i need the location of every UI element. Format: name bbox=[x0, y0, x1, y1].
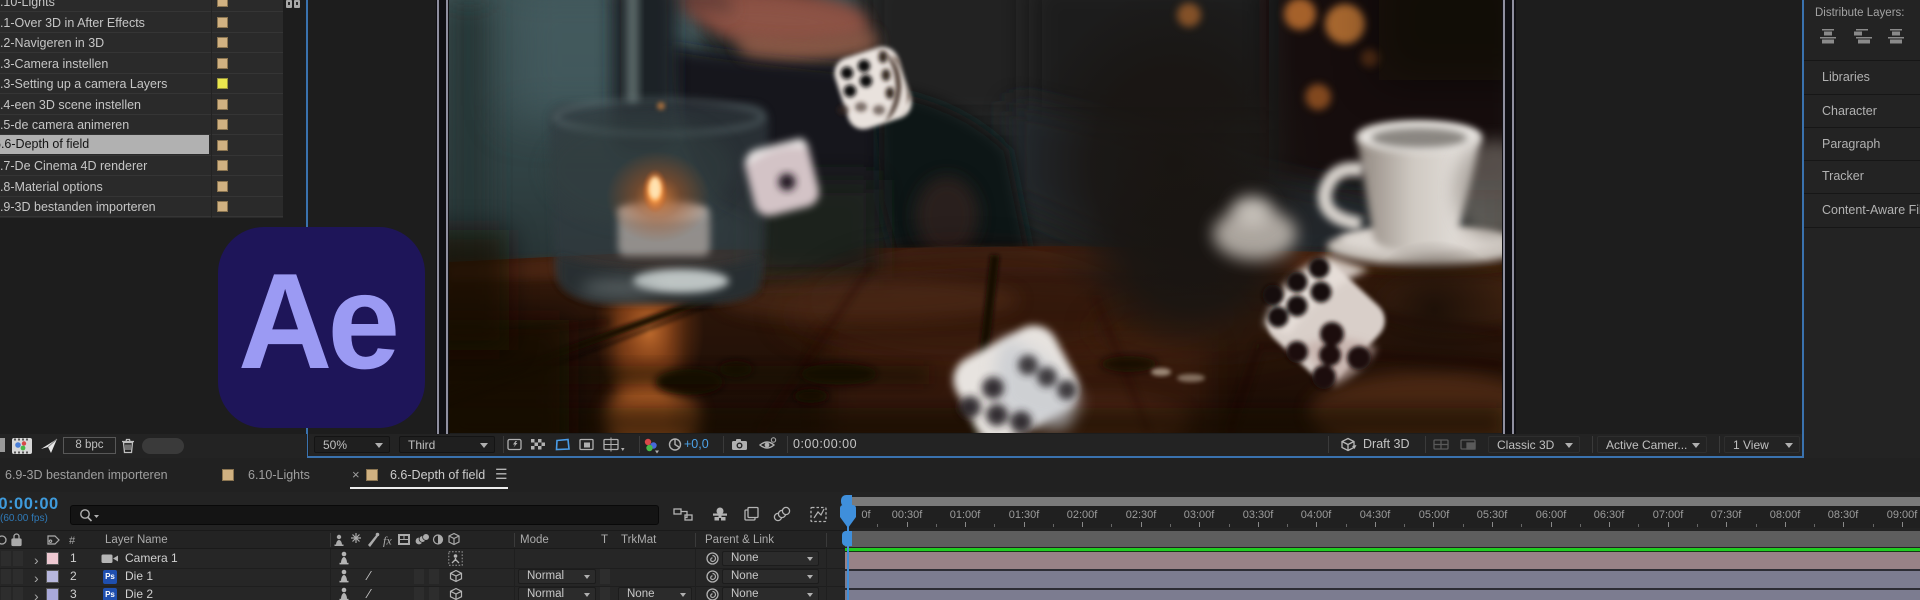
svg-text:fx: fx bbox=[383, 534, 392, 548]
svg-text:#: # bbox=[69, 535, 76, 547]
